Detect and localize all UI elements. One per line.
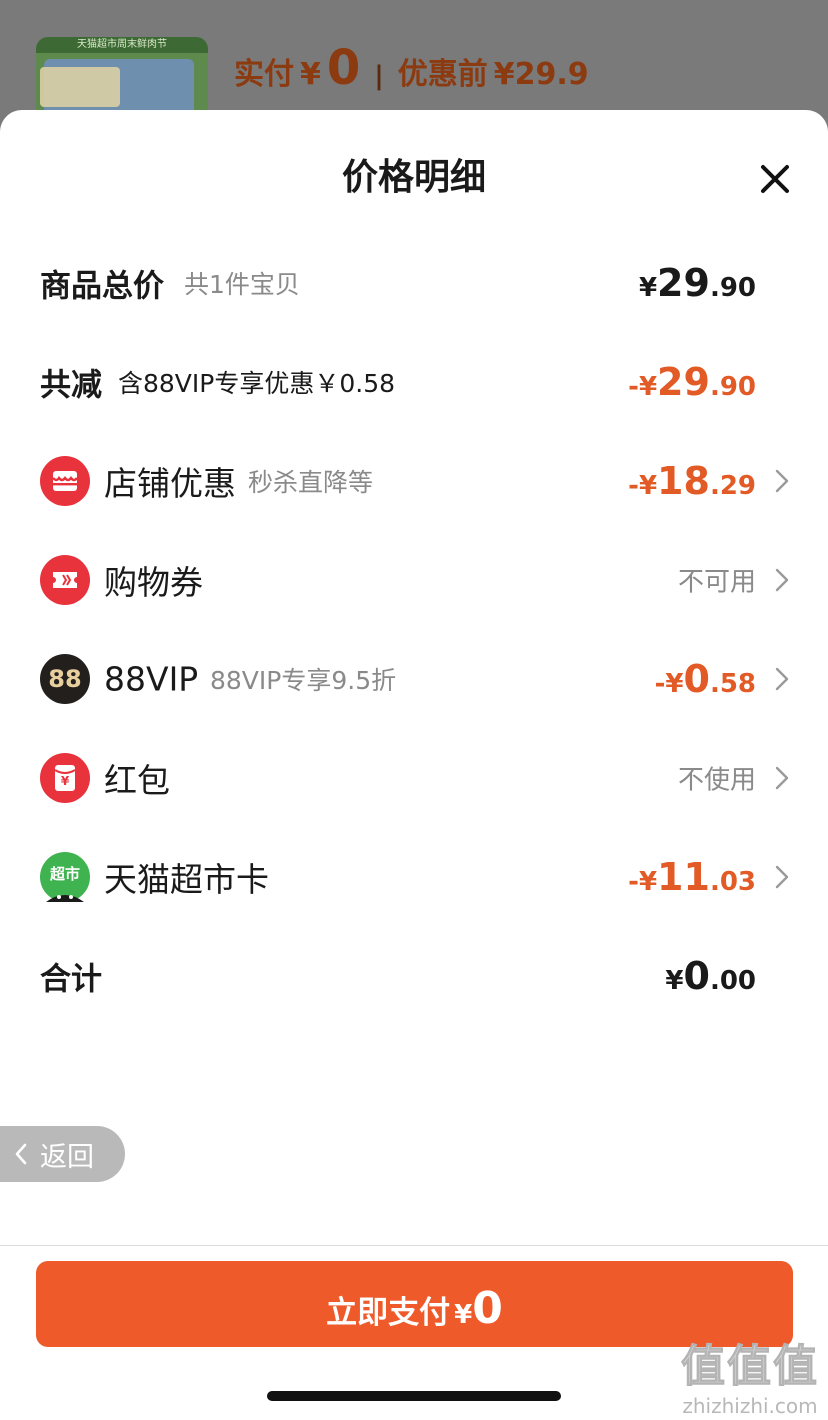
coupon-status: 不可用	[677, 567, 756, 598]
sum-dec: .00	[709, 966, 756, 996]
product-box-image	[40, 67, 120, 107]
red-packet-status: 不使用	[677, 765, 756, 796]
vip-note: 88VIP专享9.5折	[210, 666, 397, 695]
market-card-amount: -¥ 11 .03	[628, 855, 756, 899]
grand-total-label: 合计	[40, 961, 102, 998]
row-grand-total: 合计 ¥ 0 .00	[0, 936, 828, 1016]
item-count: 共1件宝贝	[184, 270, 300, 299]
close-icon	[761, 165, 789, 193]
watermark-domain: zhizhizhi.com	[682, 1394, 818, 1418]
shop-icon	[40, 456, 90, 506]
sum-int: 0	[683, 954, 710, 998]
paid-label: 实付	[234, 57, 294, 92]
total-yen: ¥	[638, 273, 658, 303]
background-price: 实付 ¥ 0 | 优惠前 ¥29.9	[234, 40, 589, 96]
reduction-dec: .90	[709, 372, 756, 402]
reduction-int: 29	[657, 360, 710, 404]
sum-yen: ¥	[665, 966, 684, 996]
pay-label: 立即支付	[326, 1295, 451, 1331]
coupon-label: 购物券	[104, 563, 203, 602]
total-price-label: 商品总价	[40, 268, 164, 305]
vip-int: 0	[683, 657, 710, 701]
chevron-right-icon	[775, 667, 789, 691]
tmall-market-icon: 超市	[40, 852, 90, 902]
chevron-left-icon	[15, 1143, 27, 1165]
shop-discount-amount: -¥ 18 .29	[628, 459, 756, 503]
red-packet-label: 红包	[104, 761, 170, 800]
total-int: 29	[657, 261, 710, 305]
shop-yen: -¥	[628, 471, 658, 501]
grand-total-amount: ¥ 0 .00	[665, 954, 756, 998]
price-detail-sheet: 价格明细 商品总价 共1件宝贝 ¥ 29 .90 共减 含88VIP专享优惠￥0…	[0, 110, 828, 1420]
vip-discount-amount: -¥ 0 .58	[655, 657, 756, 701]
shop-discount-note: 秒杀直降等	[248, 468, 374, 497]
row-tmall-market-card[interactable]: 超市 天猫超市卡 -¥ 11 .03	[0, 837, 828, 917]
market-int: 11	[657, 855, 710, 899]
before-label: 优惠前	[397, 57, 488, 92]
market-icon-text: 超市	[49, 864, 80, 883]
row-shop-discount[interactable]: 店铺优惠 秒杀直降等 -¥ 18 .29	[0, 441, 828, 521]
vip-dec: .58	[709, 669, 756, 699]
row-88vip[interactable]: 88 88VIP 88VIP专享9.5折 -¥ 0 .58	[0, 639, 828, 719]
reduction-label: 共减	[40, 367, 102, 404]
market-yen: -¥	[628, 867, 658, 897]
row-red-packet[interactable]: ¥ 红包 不使用	[0, 738, 828, 818]
row-total-price: 商品总价 共1件宝贝 ¥ 29 .90	[0, 243, 828, 323]
before-value: ¥29.9	[493, 57, 589, 92]
pay-yen: ¥	[454, 1300, 473, 1330]
price-separator: |	[374, 61, 384, 91]
reduction-yen: -¥	[628, 372, 658, 402]
sheet-title: 价格明细	[341, 157, 486, 198]
watermark-logo: 值值值	[681, 1341, 819, 1393]
shop-discount-label: 店铺优惠	[104, 464, 236, 503]
chevron-right-icon	[775, 469, 789, 493]
back-label: 返回	[40, 1141, 94, 1173]
vip-yen: -¥	[654, 669, 684, 699]
back-button[interactable]: 返回	[0, 1126, 125, 1182]
total-price-amount: ¥ 29 .90	[639, 261, 756, 305]
shop-int: 18	[657, 459, 710, 503]
paid-value: 0	[326, 40, 361, 96]
paid-yen: ¥	[300, 57, 321, 92]
market-card-label: 天猫超市卡	[104, 860, 269, 899]
reduction-note: 含88VIP专享优惠￥0.58	[118, 369, 396, 398]
thumbnail-banner: 天猫超市周末鲜肉节	[36, 37, 208, 53]
home-indicator[interactable]	[267, 1391, 561, 1401]
total-dec: .90	[709, 273, 756, 303]
pay-value: 0	[472, 1283, 503, 1334]
row-total-reduction: 共减 含88VIP专享优惠￥0.58 -¥ 29 .90	[0, 342, 828, 422]
vip-label: 88VIP	[104, 659, 199, 699]
chevron-right-icon	[775, 568, 789, 592]
reduction-amount: -¥ 29 .90	[628, 360, 756, 404]
close-button[interactable]	[756, 160, 794, 198]
market-dec: .03	[709, 867, 756, 897]
ticket-icon	[40, 555, 90, 605]
88-icon: 88	[40, 654, 90, 704]
red-packet-yen: ¥	[60, 774, 70, 788]
shop-dec: .29	[709, 471, 756, 501]
red-packet-icon: ¥	[40, 753, 90, 803]
watermark: 值值值 zhizhizhi.com	[676, 1330, 824, 1419]
bottom-divider	[0, 1245, 828, 1246]
chevron-right-icon	[775, 865, 789, 889]
chevron-right-icon	[775, 766, 789, 790]
row-coupon[interactable]: 购物券 不可用	[0, 540, 828, 620]
